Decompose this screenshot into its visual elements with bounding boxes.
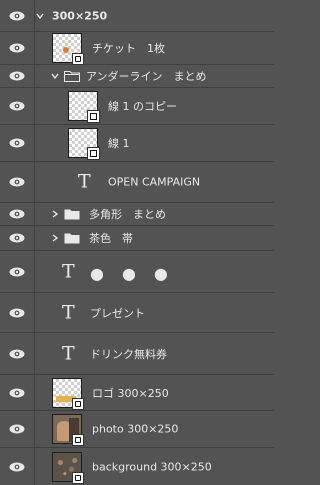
chevron-down-icon[interactable]: [50, 71, 60, 81]
shape-layer-badge-icon: [87, 147, 100, 160]
chevron-down-icon[interactable]: [35, 11, 45, 21]
chevron-right-icon[interactable]: [50, 233, 60, 243]
layer-name: 茶色 帯: [89, 232, 133, 245]
layer-name: チケット 1枚: [92, 42, 165, 55]
layer-name: OPEN CAMPAIGN: [108, 175, 201, 189]
layer-row-present-text[interactable]: T プレゼント: [0, 293, 274, 333]
layer-row-open-campaign[interactable]: T OPEN CAMPAIGN: [0, 162, 274, 203]
smart-object-badge-icon: [72, 434, 84, 446]
type-layer-icon: T: [62, 342, 75, 364]
eye-icon: [9, 267, 25, 276]
layer-name: photo 300×250: [92, 422, 179, 436]
layer-name: ロゴ 300×250: [92, 386, 169, 400]
layer-row-polygon-group[interactable]: 多角形 まとめ: [0, 203, 274, 226]
eye-icon: [9, 71, 25, 81]
layer-name: 線 1 のコピー: [108, 100, 177, 113]
eye-icon: [9, 424, 25, 434]
visibility-toggle[interactable]: [0, 32, 35, 64]
layer-row-line-copy[interactable]: 線 1 のコピー: [0, 88, 274, 125]
layer-name: ドリンク無料券: [90, 347, 167, 361]
eye-icon: [9, 43, 25, 53]
layer-thumbnail: [52, 33, 84, 65]
visibility-toggle[interactable]: [0, 333, 35, 374]
visibility-toggle[interactable]: [0, 88, 35, 124]
visibility-toggle[interactable]: [0, 162, 35, 202]
layer-row-photo[interactable]: photo 300×250: [0, 411, 274, 448]
folder-icon: [64, 71, 80, 82]
layer-row-line-1[interactable]: 線 1: [0, 125, 274, 162]
eye-icon: [9, 177, 25, 187]
visibility-toggle[interactable]: [0, 65, 35, 87]
eye-icon: [9, 101, 25, 111]
ticket-thumbnail: [63, 47, 69, 53]
smart-object-badge-icon: [72, 397, 84, 410]
eye-icon: [9, 233, 25, 243]
smart-object-badge-icon: [72, 53, 84, 65]
layer-name: 線 1: [108, 137, 130, 150]
visibility-toggle[interactable]: [0, 375, 35, 410]
visibility-toggle[interactable]: [0, 226, 35, 250]
visibility-toggle[interactable]: [0, 0, 35, 31]
layers-panel: 300×250 チケット 1枚 アンダーライン まとめ 線 1 のコピー 線 1…: [0, 0, 274, 485]
layer-name: background 300×250: [92, 460, 212, 473]
layer-name: 300×250: [52, 9, 108, 22]
layer-thumbnail: [52, 377, 84, 410]
layer-thumbnail: [68, 91, 100, 123]
visibility-toggle[interactable]: [0, 411, 35, 447]
type-layer-icon: T: [78, 170, 91, 193]
eye-icon: [9, 138, 25, 148]
layer-row-brown-band-group[interactable]: 茶色 帯: [0, 226, 274, 251]
layer-row-logo[interactable]: ロゴ 300×250: [0, 375, 274, 411]
layer-thumbnail: [52, 414, 84, 446]
layer-row-artboard[interactable]: 300×250: [0, 0, 274, 32]
layer-row-drink-text[interactable]: T ドリンク無料券: [0, 333, 274, 375]
visibility-toggle[interactable]: [0, 293, 35, 332]
layer-name: アンダーライン まとめ: [86, 70, 207, 83]
folder-icon: [64, 233, 80, 244]
chevron-right-icon[interactable]: [50, 209, 60, 219]
type-layer-icon: T: [62, 260, 75, 282]
eye-icon: [9, 308, 25, 317]
visibility-toggle[interactable]: [0, 203, 35, 225]
eye-icon: [9, 349, 25, 358]
folder-icon: [64, 209, 80, 220]
layer-row-underline-group[interactable]: アンダーライン まとめ: [0, 65, 274, 88]
layer-row-ticket[interactable]: チケット 1枚: [0, 32, 274, 65]
visibility-toggle[interactable]: [0, 448, 35, 485]
layer-row-dots-text[interactable]: T ● ● ●: [0, 251, 274, 293]
layer-name: プレゼント: [90, 306, 145, 320]
eye-icon: [9, 11, 25, 20]
layer-thumbnail: [68, 128, 100, 160]
type-layer-icon: T: [62, 301, 75, 323]
eye-icon: [9, 209, 25, 219]
visibility-toggle[interactable]: [0, 251, 35, 292]
layer-name: ● ● ●: [90, 263, 169, 283]
smart-object-badge-icon: [72, 471, 84, 484]
eye-icon: [9, 388, 25, 397]
shape-layer-badge-icon: [87, 110, 100, 123]
layer-name: 多角形 まとめ: [89, 208, 166, 221]
eye-icon: [9, 462, 25, 471]
layer-row-background[interactable]: background 300×250: [0, 448, 274, 485]
layer-thumbnail: [52, 451, 84, 484]
visibility-toggle[interactable]: [0, 125, 35, 161]
